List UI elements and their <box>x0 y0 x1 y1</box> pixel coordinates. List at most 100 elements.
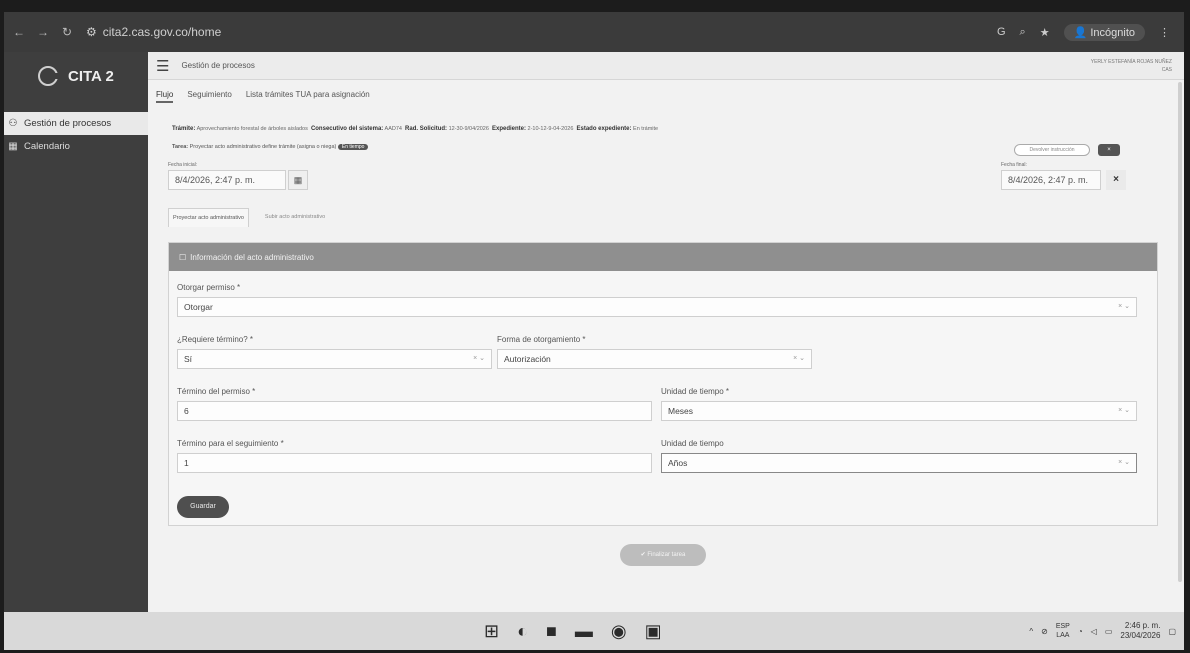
site-info-icon[interactable]: ⚙ <box>86 25 97 39</box>
solicitud-value: 12-30-9/04/2026 <box>448 126 489 132</box>
otorgar-value: Otorgar <box>184 302 213 312</box>
main-content: ☰ Gestión de procesos YERLY ESTEFANÍA RO… <box>148 52 1184 612</box>
volume-icon[interactable]: ◁ <box>1091 627 1097 636</box>
chevron-up-icon[interactable]: ^ <box>1029 627 1033 636</box>
user-name: YERLY ESTEFANÍA ROJAS NUÑEZ <box>1090 58 1172 65</box>
translate-icon[interactable]: G <box>997 26 1006 38</box>
unidad-value: Meses <box>668 406 694 416</box>
requiere-label: ¿Requiere término? * <box>177 335 254 344</box>
select-controls-icon[interactable]: × ⌄ <box>793 350 805 368</box>
end-date-label: Fecha final: <box>1001 162 1027 168</box>
consecutivo-label: Consecutivo del sistema: <box>310 126 384 132</box>
tab-bar: Flujo Seguimiento Lista trámites TUA par… <box>156 90 370 103</box>
save-button[interactable]: Guardar <box>177 496 229 518</box>
tab-seguimiento[interactable]: Seguimiento <box>187 90 231 103</box>
forma-select[interactable]: Autorización × ⌄ <box>497 349 812 369</box>
star-icon[interactable]: ★ <box>1040 26 1050 39</box>
hierarchy-icon: ⚇ <box>8 118 18 129</box>
subtab-bar: Proyectar acto administrativo Subir acto… <box>168 208 329 227</box>
tarea-value: Proyectar acto administrativo define trá… <box>189 144 337 150</box>
language-code: ESP <box>1055 623 1070 630</box>
unidad-label: Unidad de tiempo * <box>661 387 730 396</box>
wifi-icon[interactable]: ◔ <box>1078 627 1083 636</box>
task-info: Tarea: Proyectar acto administrativo def… <box>172 144 369 150</box>
app-icon[interactable]: ■ <box>546 621 557 642</box>
return-instruction-button[interactable]: Devolver instrucción <box>1014 144 1090 156</box>
forward-icon[interactable]: → <box>34 25 52 39</box>
expediente-label: Expediente: <box>492 126 527 132</box>
user-info[interactable]: YERLY ESTEFANÍA ROJAS NUÑEZ CAS <box>1091 58 1184 74</box>
browser-toolbar: ← → ↻ ⚙ cita2.cas.gov.co/home G ⌕ ★ 👤 In… <box>4 12 1184 52</box>
calendar-icon: ▦ <box>8 141 18 152</box>
zoom-icon[interactable]: ⌕ <box>1020 26 1026 39</box>
tarea-label: Tarea: <box>172 144 189 150</box>
status-badge: En tiempo <box>337 144 369 150</box>
clear-icon[interactable]: × <box>1106 170 1126 190</box>
windows-start-icon[interactable]: ⊞ <box>484 621 499 642</box>
calendar-icon[interactable]: ▦ <box>288 170 308 190</box>
incognito-label: Incógnito <box>1090 26 1135 39</box>
unidad2-select[interactable]: Años × ⌄ <box>661 453 1137 473</box>
finish-task-button[interactable]: ✔ Finalizar tarea <box>620 544 706 566</box>
address-bar[interactable]: ⚙ cita2.cas.gov.co/home <box>86 25 221 39</box>
battery-icon[interactable]: ▭ <box>1105 627 1113 636</box>
forma-value: Autorización <box>504 354 551 364</box>
start-date-input[interactable]: 8/4/2026, 2:47 p. m. <box>168 170 286 190</box>
scrollbar[interactable] <box>1178 82 1182 582</box>
clock-time: 2:46 p. m. <box>1124 621 1161 630</box>
requiere-select[interactable]: Sí × ⌄ <box>177 349 492 369</box>
solicitud-label: Rad. Solicitud: <box>405 126 448 132</box>
close-task-button[interactable]: × <box>1098 144 1120 156</box>
tab-lista-tramites[interactable]: Lista trámites TUA para asignación <box>246 90 370 103</box>
termino-label: Término del permiso * <box>177 387 256 396</box>
kebab-menu-icon[interactable]: ⋮ <box>1159 26 1170 39</box>
tramite-label: Trámite: <box>172 126 196 132</box>
unidad-select[interactable]: Meses × ⌄ <box>661 401 1137 421</box>
select-controls-icon[interactable]: × ⌄ <box>1118 402 1130 420</box>
notification-off-icon[interactable]: ⊘ <box>1041 627 1048 636</box>
otorgar-label: Otorgar permiso * <box>177 283 241 292</box>
clock-date: 23/04/2026 <box>1120 631 1161 640</box>
incognito-badge[interactable]: 👤 Incógnito <box>1063 23 1145 41</box>
notification-icon[interactable]: ▢ <box>1168 627 1176 636</box>
process-summary: Trámite: Aprovechamiento forestal de árb… <box>172 126 658 132</box>
select-controls-icon[interactable]: × ⌄ <box>1118 298 1130 316</box>
panel-header[interactable]: ☐ Información del acto administrativo <box>169 243 1157 271</box>
edge-browser-icon[interactable]: ◐ <box>517 621 528 642</box>
system-clock[interactable]: 2:46 p. m. 23/04/2026 <box>1120 621 1160 641</box>
user-org: CAS <box>1161 66 1172 73</box>
checkbox-icon: ☐ <box>179 252 187 262</box>
seguimiento-input[interactable]: 1 <box>177 453 652 473</box>
chrome-icon[interactable]: ◉ <box>611 621 627 642</box>
reload-icon[interactable]: ↻ <box>58 25 76 39</box>
tab-flujo[interactable]: Flujo <box>156 90 174 103</box>
end-date-input[interactable]: 8/4/2026, 2:47 p. m. <box>1001 170 1101 190</box>
hamburger-menu-icon[interactable]: ☰ <box>156 57 169 75</box>
brand-name: CITA 2 <box>68 67 114 85</box>
estado-label: Estado expediente: <box>576 126 632 132</box>
brand[interactable]: CITA 2 <box>4 52 148 100</box>
back-icon[interactable]: ← <box>10 25 28 39</box>
subtab-proyectar[interactable]: Proyectar acto administrativo <box>168 208 249 227</box>
file-explorer-icon[interactable]: ▬ <box>575 621 593 642</box>
select-controls-icon[interactable]: × ⌄ <box>473 350 485 368</box>
sidebar-item-label: Calendario <box>24 141 70 152</box>
tramite-value: Aprovechamiento forestal de árboles aisl… <box>196 126 308 132</box>
consecutivo-value: AAD74 <box>384 126 402 132</box>
language-indicator[interactable]: ESP LAA <box>1056 622 1070 640</box>
seguimiento-label: Término para el seguimiento * <box>177 439 284 448</box>
page-title: Gestión de procesos <box>181 61 255 70</box>
store-icon[interactable]: ▣ <box>645 621 662 642</box>
act-info-panel: ☐ Información del acto administrativo Ot… <box>168 242 1158 526</box>
forma-label: Forma de otorgamiento * <box>497 335 586 344</box>
subtab-subir[interactable]: Subir acto administrativo <box>261 208 329 227</box>
termino-input[interactable]: 6 <box>177 401 652 421</box>
url-text[interactable]: cita2.cas.gov.co/home <box>103 25 222 39</box>
sidebar-item-calendario[interactable]: ▦ Calendario <box>4 135 148 158</box>
select-controls-icon[interactable]: × ⌄ <box>1118 454 1130 472</box>
otorgar-select[interactable]: Otorgar × ⌄ <box>177 297 1137 317</box>
sidebar-item-gestion[interactable]: ⚇ Gestión de procesos <box>4 112 148 135</box>
unidad2-value: Años <box>668 458 688 468</box>
logo-icon <box>38 66 60 86</box>
top-bar: ☰ Gestión de procesos YERLY ESTEFANÍA RO… <box>148 52 1184 80</box>
